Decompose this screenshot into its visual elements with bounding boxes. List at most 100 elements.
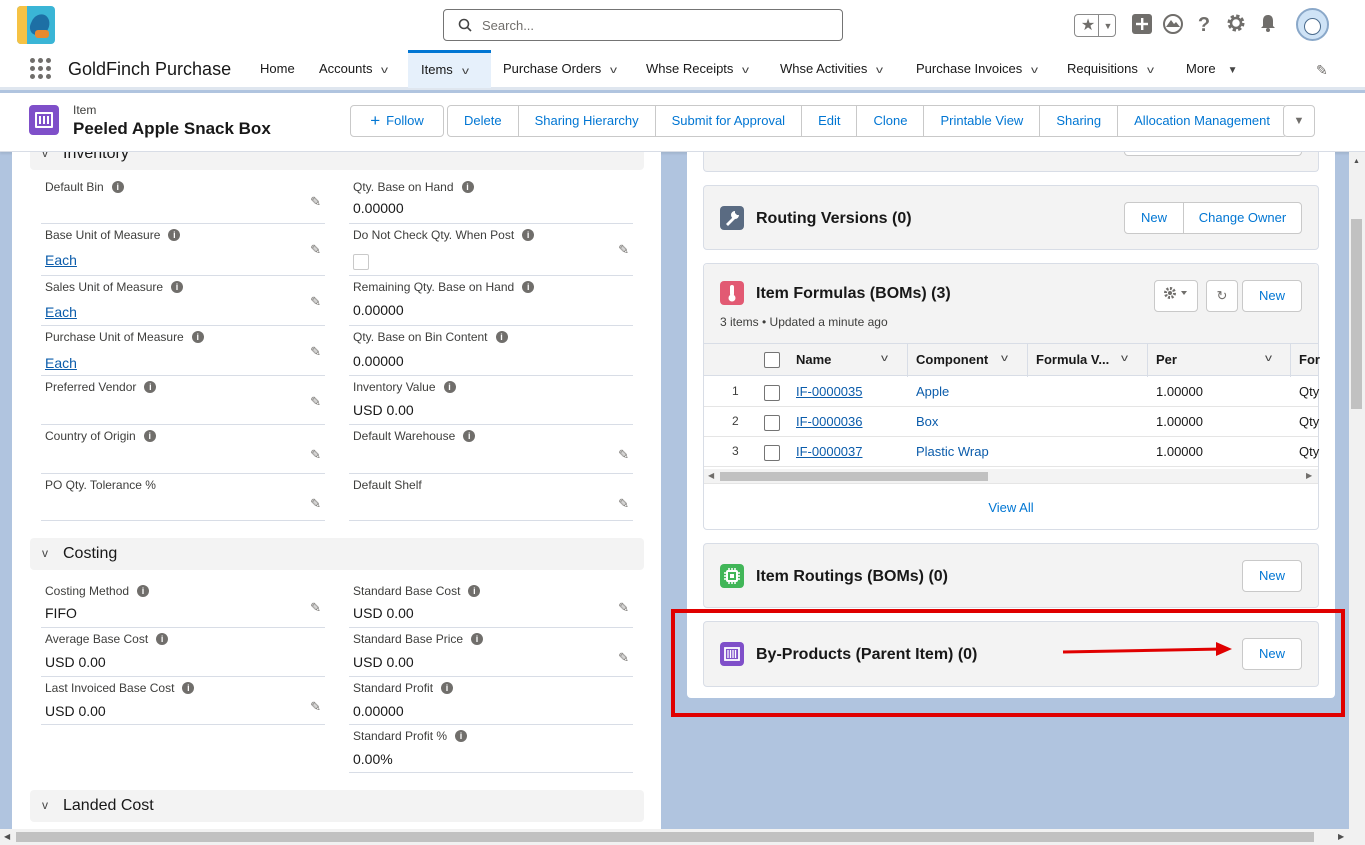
view-all-link[interactable]: View All (704, 500, 1318, 515)
component-link[interactable]: Apple (916, 384, 949, 399)
scroll-right-icon[interactable]: ▶ (1338, 832, 1344, 841)
formula-name-link[interactable]: IF-0000036 (796, 414, 863, 429)
edit-pencil-icon[interactable]: ✎ (310, 496, 321, 512)
info-icon[interactable]: i (144, 381, 157, 393)
nav-item-whse-activities[interactable]: Whse Activities v (780, 50, 883, 90)
field-value-link[interactable]: Each (45, 355, 77, 371)
nav-item-more[interactable]: More ▼ (1186, 50, 1238, 88)
info-icon[interactable]: i (468, 585, 481, 597)
clone-button[interactable]: Clone (856, 106, 924, 136)
info-icon[interactable]: i (191, 331, 204, 343)
edit-pencil-icon[interactable]: ✎ (310, 699, 321, 715)
row-checkbox[interactable] (764, 385, 780, 401)
more-actions-button[interactable]: ▼ (1283, 105, 1315, 137)
row-checkbox[interactable] (764, 445, 780, 461)
chevron-down-icon[interactable]: v (1031, 52, 1038, 90)
chevron-down-icon[interactable]: ▼ (1100, 17, 1116, 35)
delete-button[interactable]: Delete (448, 106, 518, 136)
info-icon[interactable]: i (156, 633, 169, 645)
column-header-formula-version[interactable]: Formula V... (1036, 352, 1109, 367)
nav-item-whse-receipts[interactable]: Whse Receipts v (646, 50, 749, 90)
info-icon[interactable]: i (111, 181, 124, 193)
allocation-management-button[interactable]: Allocation Management (1117, 106, 1286, 136)
scroll-up-icon[interactable]: ▲ (1353, 158, 1360, 165)
edit-pencil-icon[interactable]: ✎ (618, 242, 629, 258)
vertical-scrollbar[interactable]: ▲ (1349, 152, 1365, 829)
horizontal-scrollbar[interactable]: ◀ ▶ (704, 469, 1318, 484)
card-title[interactable]: Routing Versions (0) (756, 210, 912, 228)
nav-item-home[interactable]: Home (260, 50, 295, 88)
edit-pencil-icon[interactable]: ✎ (310, 194, 321, 210)
info-icon[interactable]: i (495, 331, 508, 343)
nav-item-accounts[interactable]: Accounts v (319, 50, 388, 90)
help-icon[interactable]: ? (1192, 13, 1216, 37)
submit-for-approval-button[interactable]: Submit for Approval (654, 106, 802, 136)
edit-nav-pencil-icon[interactable]: ✎ (1316, 62, 1328, 79)
printable-view-button[interactable]: Printable View (923, 106, 1040, 136)
section-landed-cost-header[interactable]: v Landed Cost (30, 790, 644, 822)
app-logo[interactable] (17, 6, 55, 44)
notifications-bell-icon[interactable] (1256, 13, 1280, 37)
column-header-component[interactable]: Component (916, 352, 988, 367)
section-inventory-header[interactable]: v Inventory (30, 152, 644, 170)
new-button[interactable]: New (1242, 560, 1302, 592)
column-header-per[interactable]: Per (1156, 352, 1177, 367)
info-icon[interactable]: i (171, 281, 184, 293)
field-value-link[interactable]: Each (45, 304, 77, 320)
edit-pencil-icon[interactable]: ✎ (310, 600, 321, 616)
info-icon[interactable]: i (443, 381, 456, 393)
scroll-left-icon[interactable]: ◀ (708, 471, 714, 480)
app-launcher-icon[interactable] (30, 58, 52, 80)
edit-pencil-icon[interactable]: ✎ (618, 650, 629, 666)
column-header-for[interactable]: For (1299, 352, 1320, 367)
scrollbar-thumb[interactable] (16, 832, 1314, 842)
formula-name-link[interactable]: IF-0000037 (796, 444, 863, 459)
scrollbar-thumb[interactable] (1351, 219, 1362, 409)
card-title[interactable]: Item Routings (BOMs) (0) (756, 568, 948, 586)
scroll-right-icon[interactable]: ▶ (1306, 471, 1312, 480)
list-settings-gear-icon[interactable] (1154, 280, 1198, 312)
chevron-down-icon[interactable]: v (381, 52, 388, 90)
info-icon[interactable]: i (143, 430, 156, 442)
chevron-down-icon[interactable]: v (462, 55, 469, 88)
row-checkbox[interactable] (764, 415, 780, 431)
chevron-down-icon[interactable]: v (742, 52, 749, 90)
component-link[interactable]: Box (916, 414, 938, 429)
edit-pencil-icon[interactable]: ✎ (618, 496, 629, 512)
refresh-icon[interactable]: ↻ (1206, 280, 1238, 312)
follow-button[interactable]: + Follow (350, 105, 444, 137)
trailhead-icon[interactable] (1161, 13, 1185, 37)
edit-pencil-icon[interactable]: ✎ (310, 242, 321, 258)
info-icon[interactable]: i (182, 682, 195, 694)
chevron-down-icon[interactable]: v (1121, 353, 1128, 364)
edit-pencil-icon[interactable]: ✎ (618, 600, 629, 616)
info-icon[interactable]: i (168, 229, 181, 241)
formula-name-link[interactable]: IF-0000035 (796, 384, 863, 399)
section-costing-header[interactable]: v Costing (30, 538, 644, 570)
field-value-link[interactable]: Each (45, 252, 77, 268)
edit-pencil-icon[interactable]: ✎ (310, 294, 321, 310)
chevron-down-icon[interactable]: v (1147, 52, 1154, 90)
chevron-down-icon[interactable]: v (876, 52, 883, 90)
edit-pencil-icon[interactable]: ✎ (310, 394, 321, 410)
global-search-input[interactable]: Search... (443, 9, 843, 41)
info-icon[interactable]: i (441, 682, 454, 694)
nav-item-purchase-orders[interactable]: Purchase Orders v (503, 50, 617, 88)
chevron-down-icon[interactable]: v (1265, 353, 1272, 364)
horizontal-page-scrollbar[interactable]: ◀ ▶ (0, 829, 1365, 845)
add-icon[interactable] (1130, 13, 1154, 37)
info-icon[interactable]: i (461, 181, 474, 193)
chevron-down-icon[interactable]: v (1001, 353, 1008, 364)
favorites-button[interactable]: ★ ▼ (1074, 14, 1116, 37)
scrollbar-thumb[interactable] (720, 472, 988, 481)
info-icon[interactable]: i (455, 730, 468, 742)
edit-pencil-icon[interactable]: ✎ (618, 447, 629, 463)
nav-item-purchase-invoices[interactable]: Purchase Invoices v (916, 50, 1038, 90)
chevron-down-icon[interactable]: v (881, 353, 888, 364)
new-button[interactable]: New (1242, 280, 1302, 312)
select-all-checkbox[interactable] (764, 352, 780, 368)
column-header-name[interactable]: Name (796, 352, 831, 367)
component-link[interactable]: Plastic Wrap (916, 444, 989, 459)
sharing-hierarchy-button[interactable]: Sharing Hierarchy (517, 106, 655, 136)
info-icon[interactable]: i (522, 281, 535, 293)
